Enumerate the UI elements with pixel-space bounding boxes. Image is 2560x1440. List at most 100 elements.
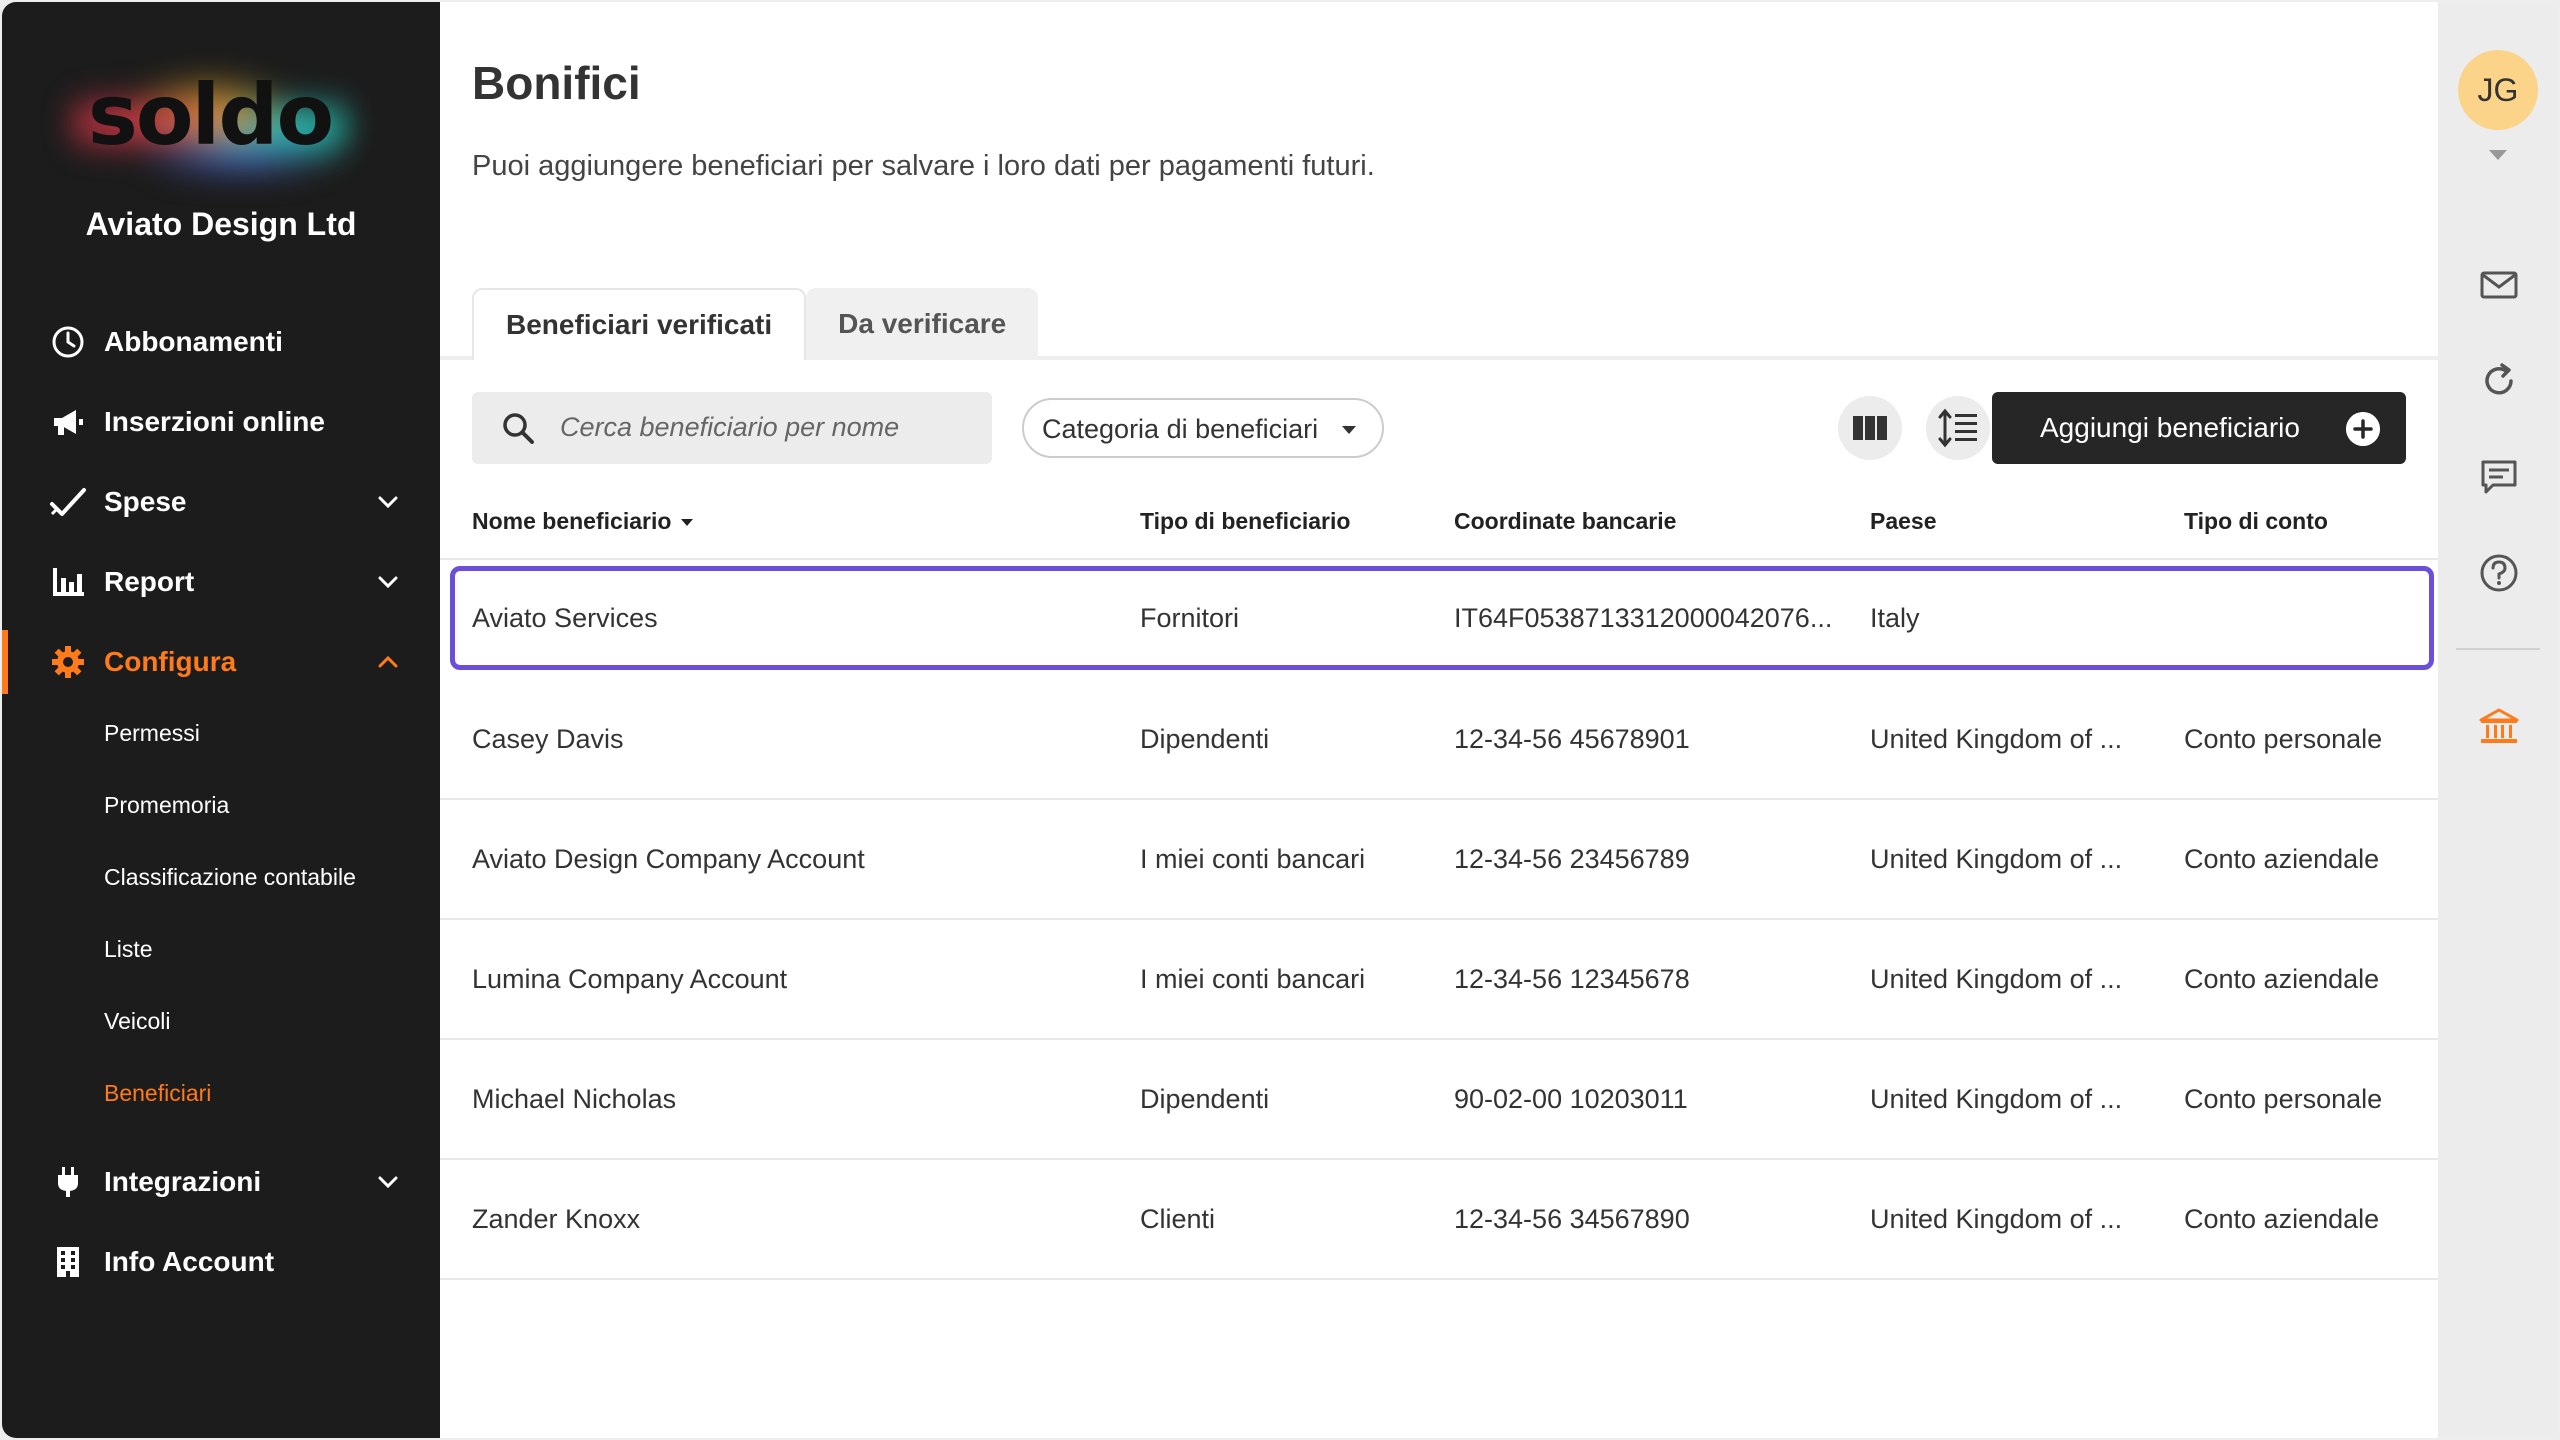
cell-country: United Kingdom of ... [1870, 1203, 2123, 1234]
cell-type: I miei conti bancari [1140, 963, 1366, 994]
cell-country: Italy [1870, 602, 1920, 633]
row-density-button[interactable] [1926, 396, 1990, 460]
sidebar-item-inserzioni-online[interactable]: Inserzioni online [2, 390, 440, 454]
column-header-tipo: Tipo di beneficiario [1140, 508, 1351, 534]
column-header-paese: Paese [1870, 508, 1937, 534]
category-filter-label: Categoria di beneficiari [1042, 414, 1319, 444]
right-rail: JG [2438, 2, 2558, 1438]
sidebar-item-label: Info Account [104, 1246, 275, 1277]
sidebar-item-integrazioni[interactable]: Integrazioni [2, 1150, 440, 1214]
cell-bank: 12-34-56 45678901 [1454, 723, 1690, 754]
cell-bank: 12-34-56 23456789 [1454, 843, 1690, 874]
sidebar-item-label: Spese [104, 486, 187, 517]
chevron-down-icon[interactable] [374, 488, 402, 516]
chevron-down-icon[interactable] [374, 1168, 402, 1196]
category-filter-dropdown[interactable]: Categoria di beneficiari [1022, 398, 1384, 458]
sidebar-item-label: Integrazioni [104, 1166, 262, 1197]
logo-text: soldo [87, 66, 334, 164]
table-row-selected[interactable]: Aviato Services Fornitori IT64F053871331… [450, 566, 2434, 670]
sidebar-item-info-account[interactable]: Info Account [2, 1230, 440, 1294]
checkmark-icon [48, 482, 88, 522]
cell-account: Conto aziendale [2184, 1203, 2380, 1234]
chat-icon[interactable] [2478, 456, 2520, 498]
soldo-logo: soldo [60, 58, 360, 188]
column-header-tipo-conto: Tipo di conto [2184, 508, 2328, 534]
line-height-icon [1938, 408, 1977, 448]
mail-icon[interactable] [2478, 264, 2520, 306]
refresh-icon[interactable] [2478, 360, 2520, 402]
main-content: Bonifici Puoi aggiungere beneficiari per… [440, 2, 2438, 1438]
table-row[interactable]: Casey Davis Dipendenti 12-34-56 45678901… [440, 680, 2438, 800]
building-icon [48, 1242, 88, 1282]
cell-type: Fornitori [1140, 602, 1240, 633]
sort-caret-icon [681, 519, 694, 527]
cell-name: Aviato Services [472, 602, 658, 633]
columns-view-button[interactable] [1838, 396, 1902, 460]
cell-name: Zander Knoxx [472, 1203, 641, 1234]
cell-bank: IT64F0538713312000042076... [1454, 602, 1833, 633]
cell-bank: 12-34-56 34567890 [1454, 1203, 1690, 1234]
cell-account: Conto aziendale [2184, 843, 2380, 874]
app-window: soldo Aviato Design Ltd Abbonamenti Inse… [0, 0, 2560, 1440]
clock-icon [48, 322, 88, 362]
cell-bank: 12-34-56 12345678 [1454, 963, 1690, 994]
cell-account: Conto personale [2184, 723, 2383, 754]
cell-type: Dipendenti [1140, 723, 1270, 754]
tab-beneficiari-verificati[interactable]: Beneficiari verificati [472, 288, 807, 360]
company-name: Aviato Design Ltd [85, 206, 357, 242]
bank-icon[interactable] [2478, 706, 2520, 748]
plug-icon [48, 1162, 88, 1202]
cell-type: Clienti [1140, 1203, 1216, 1234]
cell-account: Conto personale [2184, 1083, 2383, 1114]
add-beneficiary-label: Aggiungi beneficiario [2040, 412, 2300, 443]
sidebar-item-label: Configura [104, 646, 237, 677]
table-row[interactable]: Zander Knoxx Clienti 12-34-56 34567890 U… [440, 1160, 2438, 1280]
caret-down-icon [1342, 426, 1356, 434]
cell-country: United Kingdom of ... [1870, 843, 2123, 874]
chevron-down-icon[interactable] [374, 568, 402, 596]
sidebar-subitem-promemoria[interactable]: Promemoria [104, 792, 229, 819]
cell-name: Lumina Company Account [472, 963, 788, 994]
add-beneficiary-button[interactable]: Aggiungi beneficiario [1992, 392, 2406, 464]
tab-da-verificare[interactable]: Da verificare [806, 288, 1039, 360]
cell-name: Michael Nicholas [472, 1083, 677, 1114]
help-icon[interactable] [2478, 552, 2520, 594]
sidebar-item-configura[interactable]: Configura [2, 630, 440, 694]
active-indicator [2, 630, 8, 694]
table-row[interactable]: Lumina Company Account I miei conti banc… [440, 920, 2438, 1040]
megaphone-icon [48, 402, 88, 442]
cell-bank: 90-02-00 10203011 [1454, 1083, 1688, 1114]
chevron-up-icon[interactable] [374, 648, 402, 676]
sidebar: soldo Aviato Design Ltd Abbonamenti Inse… [2, 2, 440, 1438]
column-header-nome[interactable]: Nome beneficiario [472, 508, 694, 535]
sidebar-item-label: Report [104, 566, 195, 597]
table-row[interactable]: Aviato Design Company Account I miei con… [440, 800, 2438, 920]
cell-country: United Kingdom of ... [1870, 723, 2123, 754]
search-icon [503, 413, 534, 444]
sidebar-item-report[interactable]: Report [2, 550, 440, 614]
column-header-coordinate: Coordinate bancarie [1454, 508, 1677, 534]
gear-icon [48, 642, 88, 682]
cell-country: United Kingdom of ... [1870, 963, 2123, 994]
sidebar-item-abbonamenti[interactable]: Abbonamenti [2, 310, 440, 374]
sidebar-subitem-liste[interactable]: Liste [104, 936, 153, 963]
table-row[interactable]: Michael Nicholas Dipendenti 90-02-00 102… [440, 1040, 2438, 1160]
cell-type: I miei conti bancari [1140, 843, 1366, 874]
plus-circle-icon [2346, 412, 2380, 446]
columns-icon [1853, 416, 1887, 440]
avatar-caret-icon[interactable] [2489, 150, 2507, 160]
sidebar-item-spese[interactable]: Spese [2, 470, 440, 534]
page-subtitle: Puoi aggiungere beneficiari per salvare … [472, 150, 1375, 182]
sidebar-subitem-permessi[interactable]: Permessi [104, 720, 200, 747]
bar-chart-icon [48, 562, 88, 602]
search-input[interactable]: Cerca beneficiario per nome [472, 392, 992, 464]
search-placeholder: Cerca beneficiario per nome [560, 412, 900, 442]
avatar[interactable]: JG [2458, 50, 2538, 130]
sidebar-subitem-classificazione-contabile[interactable]: Classificazione contabile [104, 864, 356, 891]
sidebar-subitem-beneficiari[interactable]: Beneficiari [104, 1080, 211, 1107]
table-header-divider [440, 558, 2438, 560]
tabs: Beneficiari verificati Da verificare [472, 288, 1039, 360]
cell-country: United Kingdom of ... [1870, 1083, 2123, 1114]
sidebar-subitem-veicoli[interactable]: Veicoli [104, 1008, 170, 1035]
cell-name: Casey Davis [472, 723, 624, 754]
